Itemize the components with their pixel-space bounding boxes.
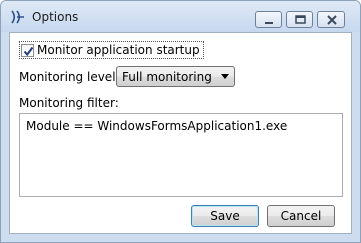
options-window: Options Monitor application startup Moni…: [0, 0, 361, 243]
chevron-down-icon: [221, 74, 229, 79]
monitor-startup-checkbox[interactable]: Monitor application startup: [19, 41, 204, 59]
cancel-button[interactable]: Cancel: [267, 205, 335, 227]
monitoring-level-label: Monitoring level:: [19, 70, 120, 84]
close-icon: [327, 15, 337, 25]
monitoring-filter-input[interactable]: Module == WindowsFormsApplication1.exe: [19, 113, 343, 197]
monitor-startup-label[interactable]: Monitor application startup: [37, 42, 200, 58]
app-icon: [10, 9, 26, 25]
close-button[interactable]: [317, 11, 345, 28]
maximize-button[interactable]: [286, 11, 313, 28]
checkbox-box[interactable]: [21, 44, 34, 57]
dialog-content: Monitor application startup Monitoring l…: [9, 32, 352, 234]
checkmark-icon: [23, 46, 34, 57]
minimize-button[interactable]: [255, 11, 282, 28]
save-button[interactable]: Save: [191, 205, 259, 227]
maximize-icon: [295, 15, 306, 24]
monitoring-level-select[interactable]: Full monitoring: [116, 66, 235, 87]
monitoring-filter-label: Monitoring filter:: [19, 96, 119, 110]
title-bar[interactable]: Options: [1, 1, 360, 32]
minimize-icon: [265, 22, 273, 24]
window-title: Options: [32, 10, 79, 24]
monitoring-level-value: Full monitoring: [122, 70, 212, 84]
